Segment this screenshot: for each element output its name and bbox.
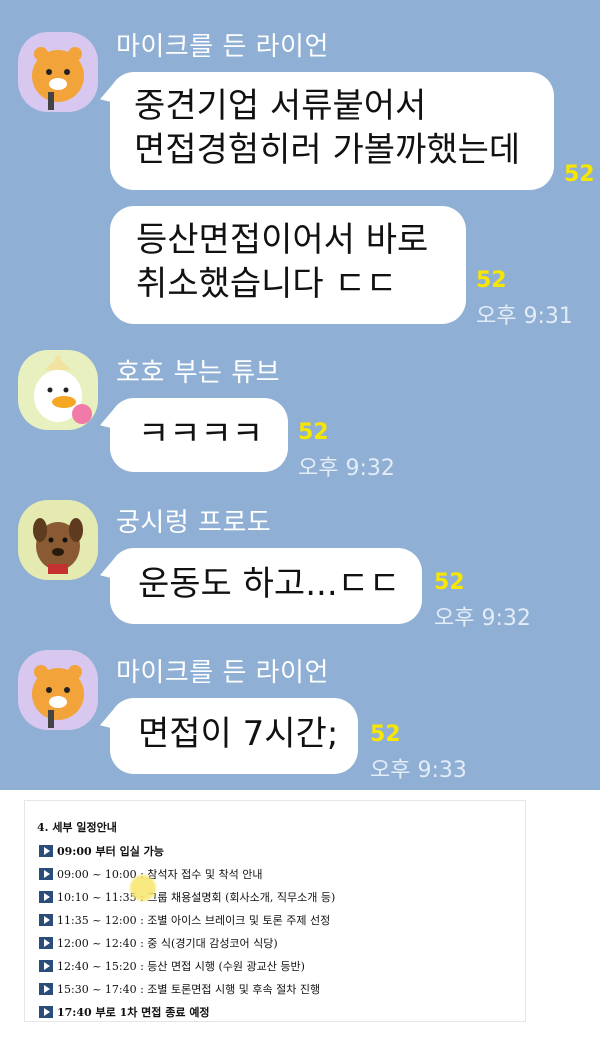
schedule-row: 17:40 부로 1차 면접 종료 예정	[39, 1004, 210, 1020]
message-text: 면접경험히러 가볼까했는데	[134, 130, 521, 170]
frodo-dog-icon	[33, 518, 83, 574]
unread-count: 52	[564, 162, 595, 187]
schedule-row: 09:00 부터 입실 가능	[39, 843, 164, 859]
chat-room: 마이크를 든 라이언 중견기업 서류붙어서 면접경험히러 가볼까했는데 52 등…	[0, 0, 600, 790]
play-icon	[39, 1006, 53, 1018]
play-icon	[39, 891, 53, 903]
message-bubble[interactable]: 등산면접이어서 바로 취소했습니다 ㄷㄷ	[110, 206, 466, 324]
lion-avatar[interactable]	[18, 650, 98, 730]
play-icon	[39, 937, 53, 949]
frodo-avatar[interactable]	[18, 500, 98, 580]
unread-count: 52	[370, 722, 401, 747]
message-bubble[interactable]: ㅋㅋㅋㅋ	[110, 398, 288, 472]
message-bubble[interactable]: 운동도 하고...ㄷㄷ	[110, 548, 422, 624]
play-icon	[39, 983, 53, 995]
schedule-title: 4. 세부 일정안내	[37, 821, 117, 834]
message-text: 등산면접이어서 바로	[136, 220, 429, 260]
schedule-document: 4. 세부 일정안내 09:00 부터 입실 가능 09:00 ~ 10:00 …	[24, 800, 526, 1022]
play-icon	[39, 914, 53, 926]
message-time: 오후 9:31	[476, 304, 573, 329]
unread-count: 52	[434, 570, 465, 595]
message-text: 면접이 7시간;	[138, 714, 339, 754]
sender-name: 궁시렁 프로도	[116, 508, 272, 538]
play-icon	[39, 845, 53, 857]
message-bubble[interactable]: 면접이 7시간;	[110, 698, 358, 774]
schedule-row-text: 10:10 ~ 11:35 : 그룹 채용설명회 (회사소개, 직무소개 등)	[57, 891, 336, 904]
schedule-row: 12:00 ~ 12:40 : 중 식(경기대 감성코어 식당)	[39, 935, 278, 951]
lion-icon	[32, 47, 84, 110]
lion-icon	[32, 665, 84, 728]
tube-duck-icon	[34, 355, 92, 424]
sender-name: 마이크를 든 라이언	[116, 658, 329, 688]
schedule-row: 10:10 ~ 11:35 : 그룹 채용설명회 (회사소개, 직무소개 등)	[39, 889, 335, 905]
play-icon	[39, 868, 53, 880]
schedule-row-text: 09:00 부터 입실 가능	[57, 845, 164, 858]
highlight-mark	[130, 875, 156, 901]
unread-count: 52	[476, 268, 507, 293]
message-text: 취소했습니다 ㄷㄷ	[136, 264, 398, 304]
message-text: 운동도 하고...ㄷㄷ	[138, 564, 401, 604]
message-time: 오후 9:32	[298, 456, 395, 481]
sender-name: 호호 부는 튜브	[116, 358, 281, 388]
message-time: 오후 9:33	[370, 758, 467, 783]
schedule-row: 15:30 ~ 17:40 : 조별 토론면접 시행 및 후속 절차 진행	[39, 981, 320, 997]
schedule-row-text: 12:00 ~ 12:40 : 중 식(경기대 감성코어 식당)	[57, 937, 278, 950]
tube-avatar[interactable]	[18, 350, 98, 430]
message-text: 중견기업 서류붙어서	[134, 86, 427, 126]
message-time: 오후 9:32	[434, 606, 531, 631]
schedule-row-text: 17:40 부로 1차 면접 종료 예정	[57, 1006, 210, 1019]
schedule-row-text: 15:30 ~ 17:40 : 조별 토론면접 시행 및 후속 절차 진행	[57, 983, 321, 996]
schedule-row: 11:35 ~ 12:00 : 조별 아이스 브레이크 및 토론 주제 선정	[39, 912, 330, 928]
lion-avatar[interactable]	[18, 32, 98, 112]
schedule-row-text: 09:00 ~ 10:00 : 참석자 접수 및 착석 안내	[57, 868, 263, 881]
message-bubble[interactable]: 중견기업 서류붙어서 면접경험히러 가볼까했는데	[110, 72, 554, 190]
sender-name: 마이크를 든 라이언	[116, 32, 329, 62]
schedule-row-text: 11:35 ~ 12:00 : 조별 아이스 브레이크 및 토론 주제 선정	[57, 914, 331, 927]
unread-count: 52	[298, 420, 329, 445]
message-text: ㅋㅋㅋㅋ	[138, 414, 264, 454]
play-icon	[39, 960, 53, 972]
schedule-row: 12:40 ~ 15:20 : 등산 면접 시행 (수원 광교산 등반)	[39, 958, 305, 974]
schedule-row-text: 12:40 ~ 15:20 : 등산 면접 시행 (수원 광교산 등반)	[57, 960, 305, 973]
